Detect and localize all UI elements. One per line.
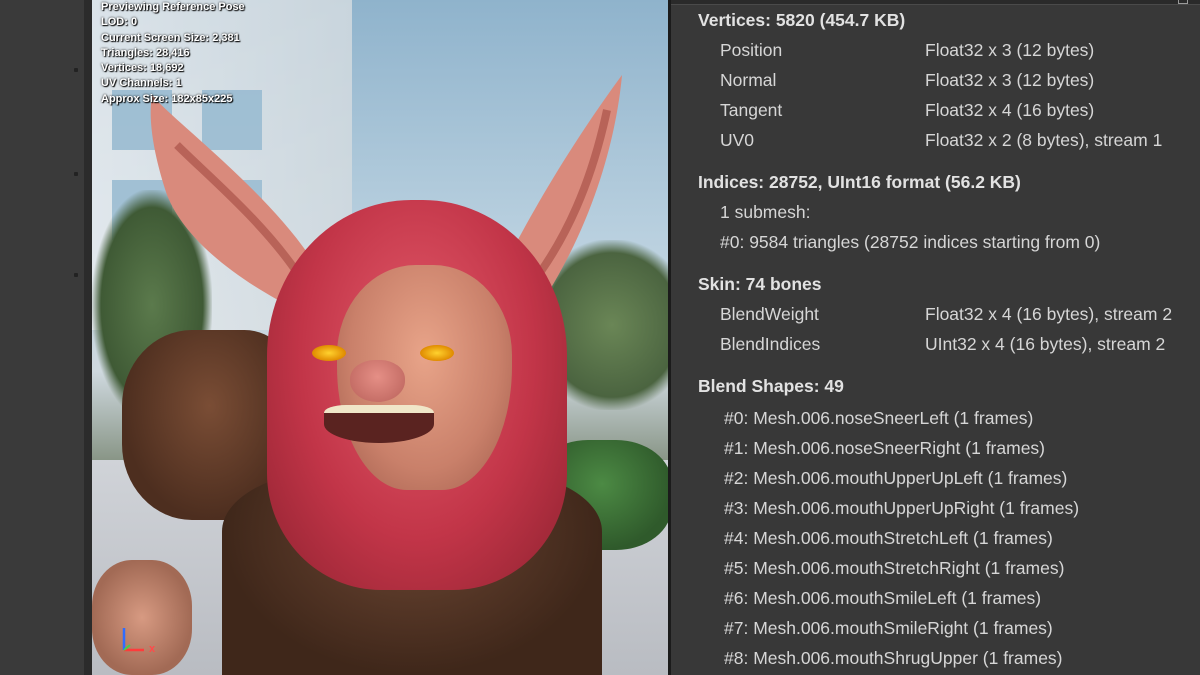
blend-shape-item: #5: Mesh.006.mouthStretchRight (1 frames… (724, 558, 1065, 578)
submesh-count: 1 submesh: (720, 202, 811, 222)
overlay-vertices: Vertices: 18,692 (101, 62, 184, 75)
indices-header: Indices: 28752, UInt16 format (56.2 KB) (698, 172, 1021, 192)
goblin-left-eye (312, 345, 346, 361)
submesh-detail: #0: 9584 triangles (28752 indices starti… (720, 232, 1101, 252)
goblin-nose (350, 360, 405, 402)
vertex-attr-name: Normal (720, 70, 777, 90)
skin-attr-name: BlendIndices (720, 334, 821, 354)
skin-attr-name: BlendWeight (720, 304, 819, 324)
blend-shape-item: #8: Mesh.006.mouthShrugUpper (1 frames) (724, 648, 1063, 668)
skin-header: Skin: 74 bones (698, 274, 822, 294)
overlay-triangles: Triangles: 28,416 (101, 46, 190, 59)
mesh-preview-viewport[interactable]: Previewing Reference Pose LOD: 0 Current… (92, 0, 668, 675)
vertex-attr-format: Float32 x 3 (12 bytes) (925, 40, 1095, 60)
blend-shapes-header: Blend Shapes: 49 (698, 376, 844, 396)
goblin-right-eye (420, 345, 454, 361)
blend-shape-item: #4: Mesh.006.mouthStretchLeft (1 frames) (724, 528, 1053, 548)
vertex-attr-format: Float32 x 3 (12 bytes) (925, 70, 1095, 90)
blend-shape-item: #7: Mesh.006.mouthSmileRight (1 frames) (724, 618, 1053, 638)
toolbar-marker (74, 68, 78, 72)
vertex-attr-name: UV0 (720, 130, 755, 150)
blend-shape-item: #2: Mesh.006.mouthUpperUpLeft (1 frames) (724, 468, 1068, 488)
goblin-mouth (324, 405, 434, 443)
axis-x-label: x (149, 643, 156, 655)
left-toolbar-strip (0, 0, 84, 675)
toolbar-marker (74, 273, 78, 277)
vertex-attr-format: Float32 x 4 (16 bytes) (925, 100, 1095, 120)
vertices-header: Vertices: 5820 (454.7 KB) (698, 10, 906, 30)
panel-header-strip (671, 0, 1200, 5)
blend-shape-item: #1: Mesh.006.noseSneerRight (1 frames) (724, 438, 1045, 458)
overlay-preview-mode: Previewing Reference Pose (101, 1, 245, 13)
blend-shape-item: #0: Mesh.006.noseSneerLeft (1 frames) (724, 408, 1034, 428)
overlay-approx-size: Approx Size: 182x85x225 (101, 92, 233, 105)
vertex-attr-format: Float32 x 2 (8 bytes), stream 1 (925, 130, 1163, 150)
blend-shape-item: #6: Mesh.006.mouthSmileLeft (1 frames) (724, 588, 1042, 608)
skin-attr-format: UInt32 x 4 (16 bytes), stream 2 (925, 334, 1166, 354)
skin-attr-format: Float32 x 4 (16 bytes), stream 2 (925, 304, 1173, 324)
blend-shape-item: #3: Mesh.006.mouthUpperUpRight (1 frames… (724, 498, 1080, 518)
mesh-info-panel: Vertices: 5820 (454.7 KB) Position Float… (671, 0, 1200, 675)
vertex-attr-name: Tangent (720, 100, 783, 120)
toolbar-marker (74, 172, 78, 176)
overlay-uv-channels: UV Channels: 1 (101, 77, 182, 90)
vertex-attr-name: Position (720, 40, 783, 60)
overlay-screen-size: Current Screen Size: 2,381 (101, 31, 240, 44)
preview-stats-overlay: Previewing Reference Pose LOD: 0 Current… (101, 0, 245, 107)
panel-toggle-icon[interactable] (1178, 0, 1188, 4)
overlay-lod: LOD: 0 (101, 16, 138, 29)
